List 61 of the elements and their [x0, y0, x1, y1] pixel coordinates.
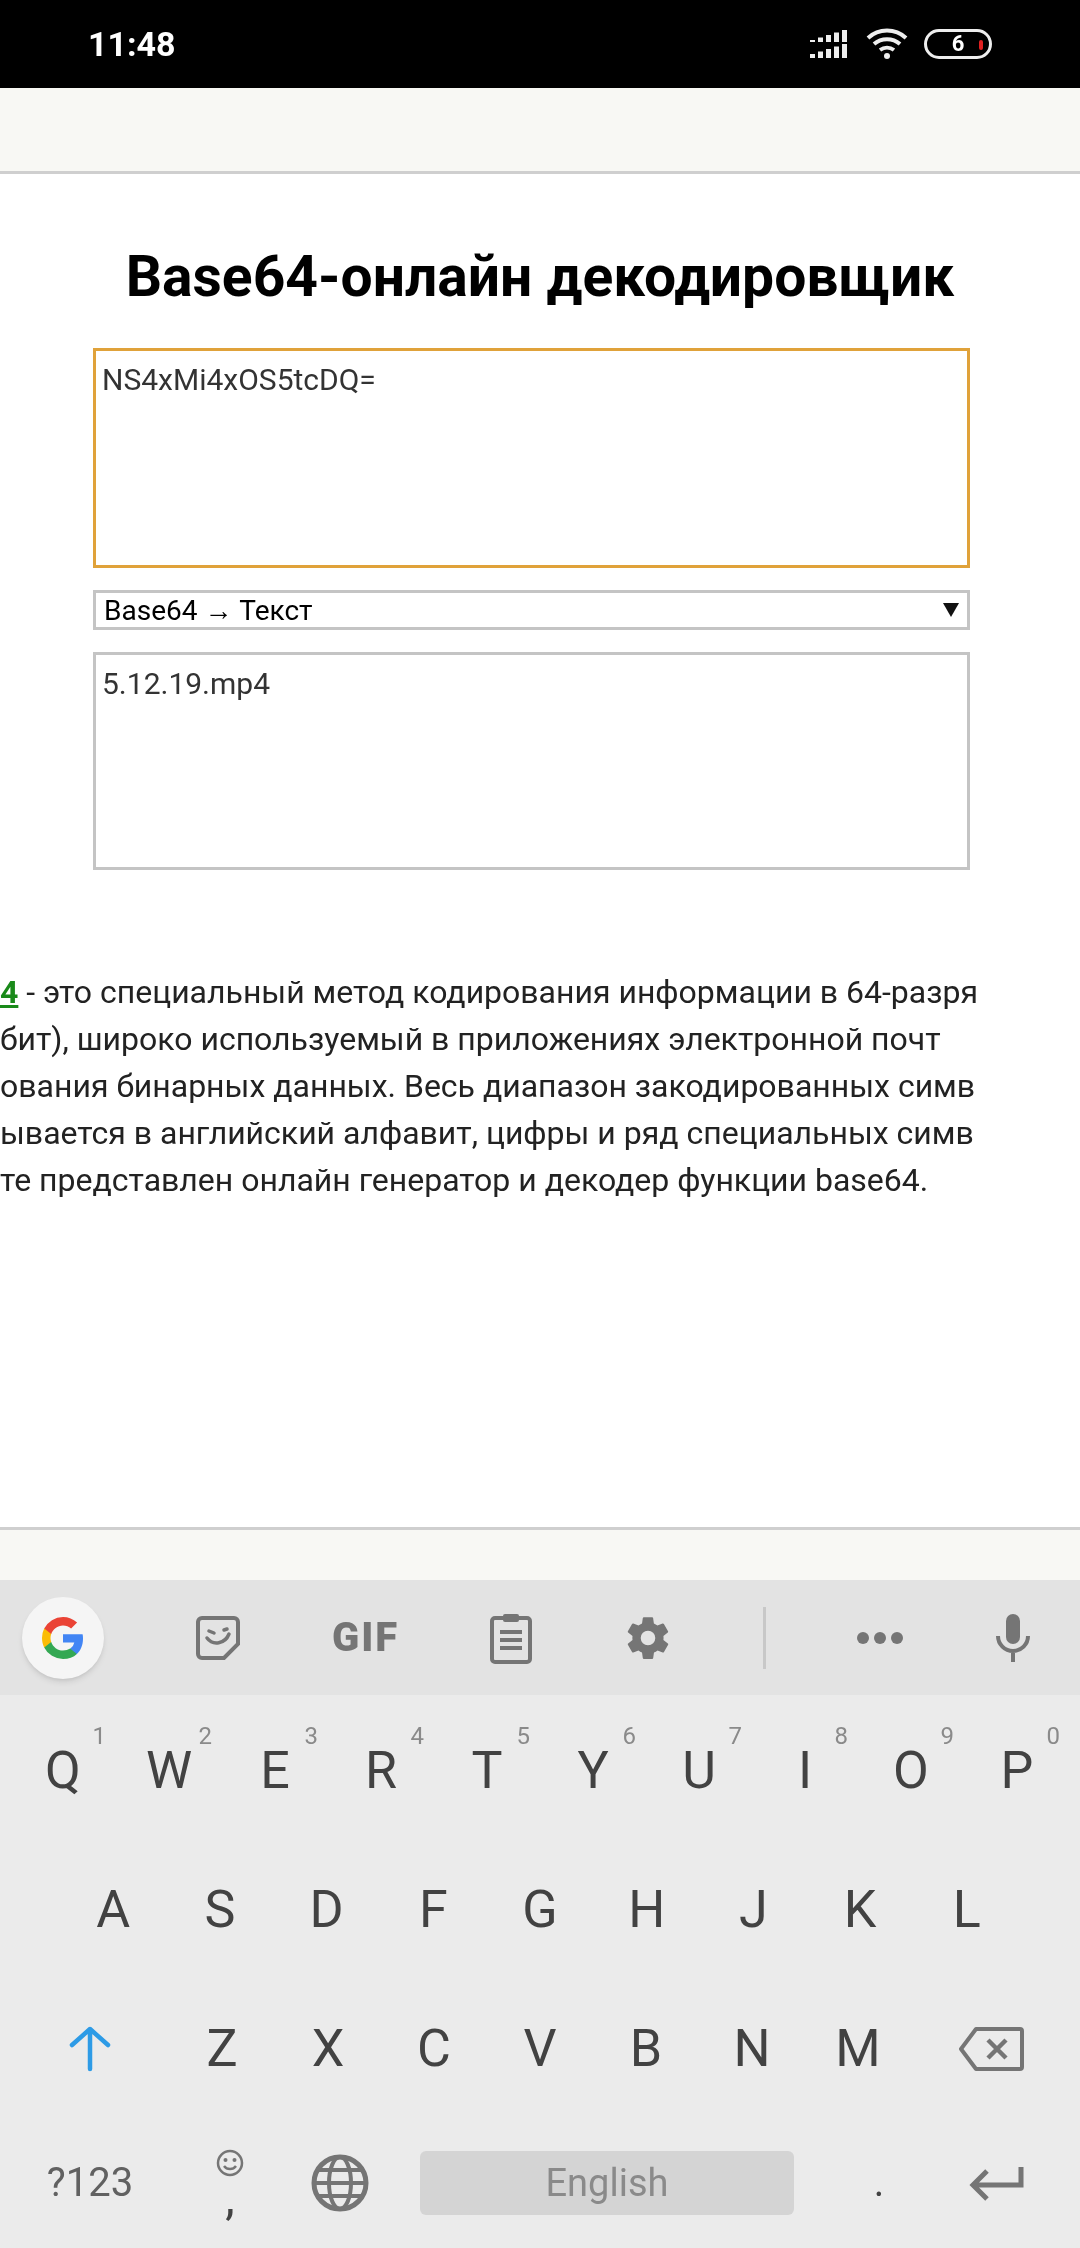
key-hint-number: 2 — [198, 1720, 212, 1752]
wifi-icon — [866, 28, 908, 60]
clipboard-icon[interactable] — [489, 1611, 534, 1664]
key-hint-number: 5 — [516, 1720, 530, 1752]
key-hint-number: 7 — [728, 1720, 742, 1752]
keyboard-key[interactable]: A — [68, 1854, 159, 1965]
keyboard-key[interactable]: I 8 — [760, 1715, 850, 1826]
description-text: ования бинарных данных. Весь диапазон закодированных симв — [0, 1065, 976, 1107]
output-field[interactable]: 5.12.19.mp4 — [93, 652, 970, 870]
keyboard-key[interactable]: O 9 — [866, 1715, 956, 1826]
keyboard-key[interactable]: X — [283, 1993, 373, 2104]
keyboard-key[interactable]: E 3 — [230, 1715, 320, 1826]
symbols-key[interactable]: ?123 — [10, 2133, 170, 2233]
keyboard-key[interactable]: U 7 — [654, 1715, 744, 1826]
key-hint-number: 0 — [1046, 1720, 1060, 1752]
keyboard-key[interactable]: Y 6 — [548, 1715, 638, 1826]
status-time: 11:48 — [88, 22, 176, 66]
keyboard-key[interactable]: Q 1 — [18, 1715, 108, 1826]
emoji-icon[interactable] — [215, 2148, 245, 2178]
enter-key-icon[interactable] — [969, 2165, 1025, 2201]
key-hint-number: 1 — [92, 1720, 106, 1752]
keyboard-key[interactable]: L — [921, 1854, 1012, 1965]
base64-link[interactable]: 4 — [0, 967, 19, 1016]
globe-icon[interactable] — [310, 2153, 370, 2213]
keyboard-key[interactable]: T 5 — [442, 1715, 532, 1826]
key-hint-number: 4 — [410, 1720, 424, 1752]
backspace-icon[interactable] — [957, 2025, 1024, 2072]
keyboard-key[interactable]: C — [389, 1993, 479, 2104]
keyboard-key[interactable]: Z — [177, 1993, 267, 2104]
key-hint-number: 8 — [834, 1720, 848, 1752]
description-text: бит), широко используемый в приложениях электронной почт — [0, 1018, 941, 1060]
description-text: те представлен онлайн генератор и декодер функции base64. — [0, 1159, 929, 1201]
keyboard-key[interactable]: P 0 — [972, 1715, 1062, 1826]
period-key[interactable]: . — [834, 2133, 924, 2233]
battery-indicator: 6 — [924, 29, 992, 59]
more-icon[interactable] — [855, 1630, 904, 1645]
keyboard-key[interactable]: N — [707, 1993, 797, 2104]
input-field[interactable]: NS4xMi4xOS5tcDQ= — [93, 348, 970, 568]
key-hint-number: 9 — [940, 1720, 954, 1752]
keyboard-key[interactable]: M — [813, 1993, 903, 2104]
description-text: - это специальный метод кодирования информации в 64-разря — [25, 971, 978, 1013]
sticker-icon[interactable] — [193, 1613, 242, 1662]
keyboard-key[interactable]: J — [708, 1854, 799, 1965]
mode-select[interactable]: Base64 → Текст — [93, 590, 970, 630]
key-hint-number: 3 — [304, 1720, 318, 1752]
keyboard-key[interactable]: S — [175, 1854, 265, 1965]
microphone-icon[interactable] — [993, 1611, 1032, 1664]
keyboard-key[interactable]: F — [388, 1854, 479, 1965]
signal-icon — [810, 28, 850, 60]
keyboard-key[interactable]: D — [281, 1854, 372, 1965]
keyboard-key[interactable]: G — [495, 1854, 585, 1965]
key-hint-number: 6 — [622, 1720, 636, 1752]
shift-arrow-icon[interactable] — [67, 2024, 112, 2073]
keyboard-key[interactable]: K — [815, 1854, 906, 1965]
keyboard-key[interactable]: R 4 — [336, 1715, 426, 1826]
keyboard-key[interactable]: B — [601, 1993, 691, 2104]
dropdown-arrow-icon — [943, 603, 959, 617]
gif-button[interactable]: GIF — [331, 1617, 400, 1658]
keyboard-key[interactable]: V — [495, 1993, 585, 2104]
keyboard-key[interactable]: H — [601, 1854, 692, 1965]
description-text: ывается в английский алфавит, цифры и ряд специальных симв — [0, 1112, 974, 1154]
